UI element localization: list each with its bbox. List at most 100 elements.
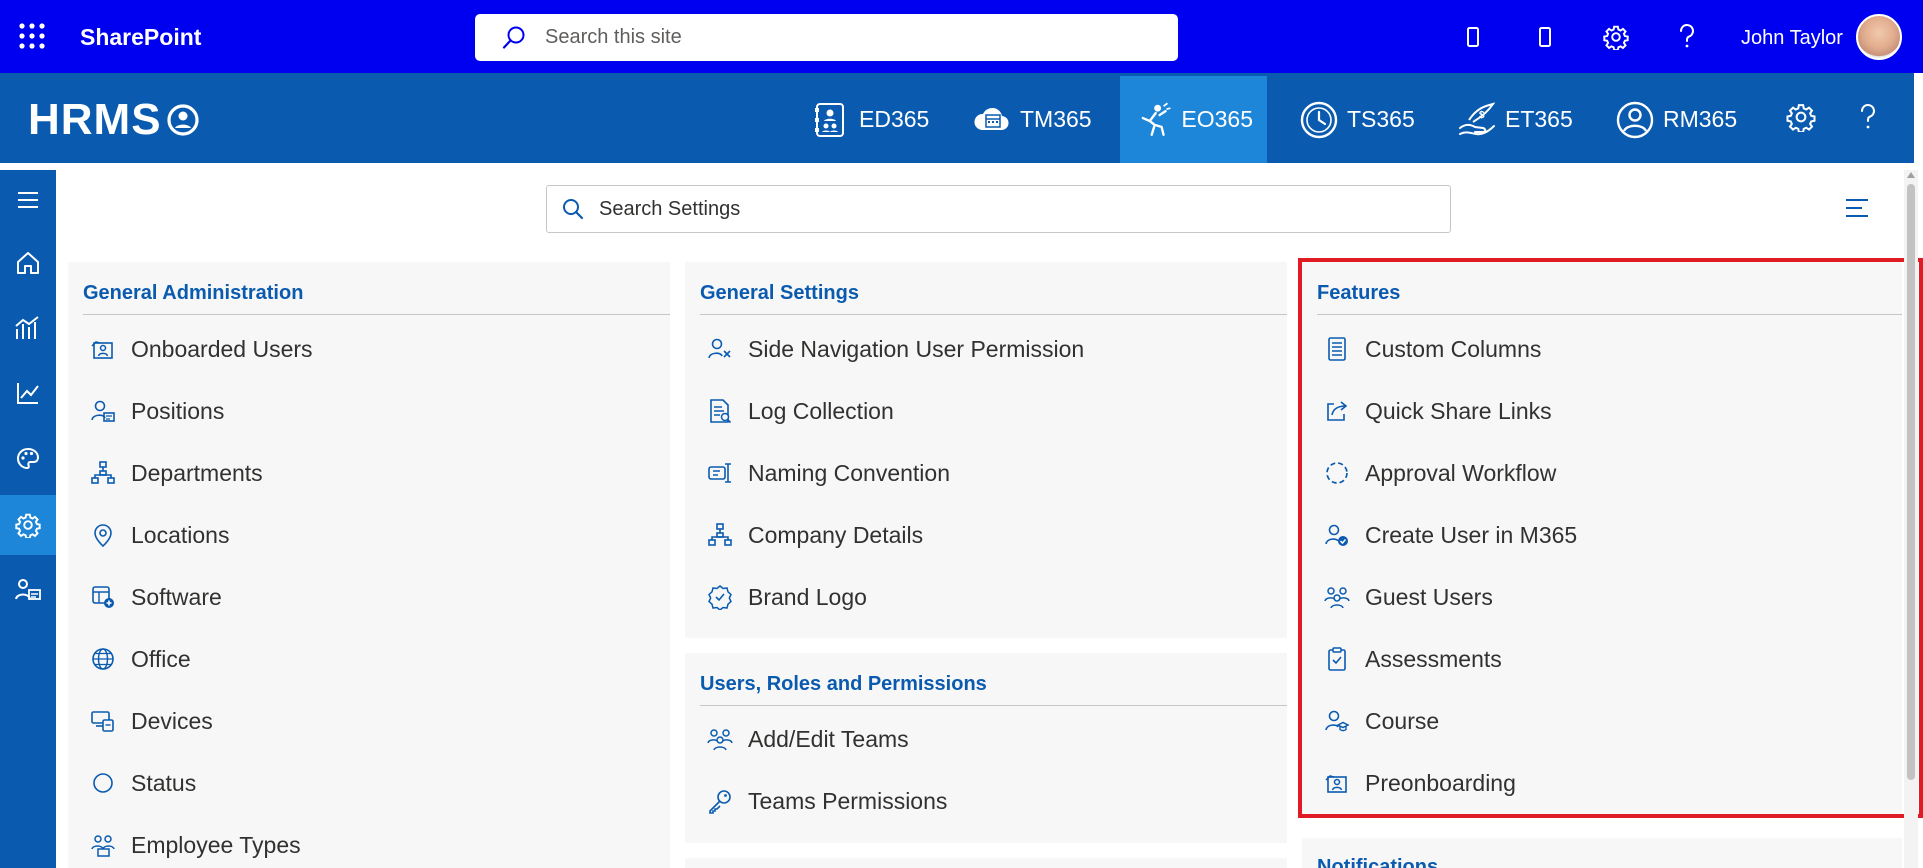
location-pin-icon bbox=[94, 524, 112, 548]
gear-icon bbox=[15, 513, 41, 538]
rail-analytics-button[interactable] bbox=[0, 298, 56, 358]
key-icon bbox=[709, 790, 731, 814]
general-settings-panel: General Settings Side Navigation User Pe… bbox=[685, 262, 1287, 638]
svg-text:$: $ bbox=[1479, 110, 1485, 121]
site-search-box[interactable]: Search this site bbox=[475, 14, 1178, 61]
item-label: Office bbox=[131, 645, 191, 672]
tab-eo365[interactable]: EO365 bbox=[1120, 76, 1267, 163]
settings-item-status[interactable]: Status bbox=[90, 761, 196, 805]
settings-item-log-collection[interactable]: Log Collection bbox=[707, 389, 894, 433]
settings-search-placeholder: Search Settings bbox=[599, 197, 741, 220]
settings-search-box[interactable]: Search Settings bbox=[546, 185, 1451, 233]
settings-item-company-details[interactable]: Company Details bbox=[707, 513, 923, 557]
avatar[interactable] bbox=[1856, 14, 1902, 60]
settings-item-brand-logo[interactable]: Brand Logo bbox=[707, 575, 867, 619]
tab-rm365[interactable]: RM365 bbox=[1601, 76, 1751, 163]
settings-item-create-user-m365[interactable]: Create User in M365 bbox=[1324, 513, 1577, 557]
settings-item-preonboarding[interactable]: Preonboarding bbox=[1324, 761, 1516, 805]
tab-ed365[interactable]: ED365 bbox=[797, 76, 943, 163]
app-settings-gear-icon[interactable] bbox=[1784, 100, 1818, 134]
settings-item-locations[interactable]: Locations bbox=[90, 513, 229, 557]
status-circle-icon bbox=[93, 773, 113, 793]
app-help-icon[interactable] bbox=[1851, 100, 1885, 134]
settings-item-quick-share-links[interactable]: Quick Share Links bbox=[1324, 389, 1552, 433]
settings-item-side-navigation-permission[interactable]: Side Navigation User Permission bbox=[707, 327, 1084, 371]
rail-menu-button[interactable] bbox=[0, 170, 56, 230]
tab-tm365[interactable]: TM365 bbox=[958, 76, 1106, 163]
divider bbox=[700, 314, 1287, 315]
settings-item-employee-types[interactable]: Employee Types bbox=[90, 823, 301, 867]
settings-item-software[interactable]: Software bbox=[90, 575, 222, 619]
hamburger-icon bbox=[18, 192, 38, 208]
item-label: Teams Permissions bbox=[748, 787, 948, 814]
search-icon bbox=[563, 199, 584, 220]
panel-title: Users, Roles and Permissions bbox=[700, 673, 987, 695]
employee-types-icon bbox=[91, 835, 115, 857]
help-icon[interactable] bbox=[1670, 20, 1704, 54]
log-icon bbox=[710, 399, 732, 424]
item-label: Locations bbox=[131, 521, 230, 548]
item-label: Assessments bbox=[1365, 645, 1502, 672]
phone-icon[interactable] bbox=[1456, 20, 1490, 54]
tab-et365[interactable]: $ ET365 bbox=[1443, 76, 1587, 163]
settings-item-departments[interactable]: Departments bbox=[90, 451, 263, 495]
settings-item-positions[interactable]: Positions bbox=[90, 389, 224, 433]
settings-item-assessments[interactable]: Assessments bbox=[1324, 637, 1502, 681]
features-panel: Features Custom Columns Quick Share Link… bbox=[1302, 262, 1902, 814]
rail-people-button[interactable] bbox=[0, 560, 56, 620]
teams-icon bbox=[707, 729, 733, 751]
rail-trends-button[interactable] bbox=[0, 363, 56, 423]
item-label: Quick Share Links bbox=[1365, 397, 1552, 424]
app-launcher-icon[interactable] bbox=[18, 22, 46, 50]
sharepoint-title[interactable]: SharePoint bbox=[80, 24, 201, 51]
palette-icon bbox=[16, 447, 40, 470]
settings-item-office[interactable]: Office bbox=[90, 637, 191, 681]
item-label: Guest Users bbox=[1365, 583, 1493, 610]
item-label: Departments bbox=[131, 459, 263, 486]
user-name[interactable]: John Taylor bbox=[1741, 27, 1843, 50]
settings-item-custom-columns[interactable]: Custom Columns bbox=[1324, 327, 1541, 371]
badge-icon bbox=[708, 585, 732, 610]
expense-hand-icon: $ bbox=[1459, 101, 1496, 135]
mobile-icon[interactable] bbox=[1528, 20, 1562, 54]
rail-theme-button[interactable] bbox=[0, 429, 56, 489]
item-label: Onboarded Users bbox=[131, 335, 313, 362]
item-label: Status bbox=[131, 769, 197, 796]
settings-item-devices[interactable]: Devices bbox=[90, 699, 213, 743]
item-label: Company Details bbox=[748, 521, 924, 548]
course-icon bbox=[1325, 710, 1350, 732]
item-label: Log Collection bbox=[748, 397, 894, 424]
item-label: Add/Edit Teams bbox=[748, 725, 909, 752]
clipboard-icon bbox=[1328, 647, 1346, 671]
item-label: Naming Convention bbox=[748, 459, 951, 486]
naming-icon bbox=[708, 463, 731, 483]
settings-item-naming-convention[interactable]: Naming Convention bbox=[707, 451, 950, 495]
devices-icon bbox=[91, 711, 114, 732]
divider bbox=[83, 314, 670, 315]
app-bar: HRMS ED365 TM365 EO365 TS365 $ ET365 RM3… bbox=[0, 73, 1914, 163]
settings-item-onboarded-users[interactable]: Onboarded Users bbox=[90, 327, 313, 371]
item-label: Positions bbox=[131, 397, 225, 424]
tab-ts365[interactable]: TS365 bbox=[1285, 76, 1429, 163]
tab-eo365-label: EO365 bbox=[1181, 106, 1253, 132]
settings-item-approval-workflow[interactable]: Approval Workflow bbox=[1324, 451, 1556, 495]
home-icon bbox=[17, 252, 39, 274]
content-scrollbar[interactable] bbox=[1904, 170, 1918, 868]
rail-home-button[interactable] bbox=[0, 233, 56, 293]
position-icon bbox=[91, 400, 115, 422]
panel-title: Notifications bbox=[1317, 856, 1439, 868]
settings-item-add-edit-teams[interactable]: Add/Edit Teams bbox=[707, 717, 909, 761]
item-label: Devices bbox=[131, 707, 213, 734]
settings-gear-icon[interactable] bbox=[1599, 20, 1633, 54]
settings-item-teams-permissions[interactable]: Teams Permissions bbox=[707, 779, 947, 823]
hrms-logo[interactable]: HRMS bbox=[28, 95, 200, 145]
scroll-up-arrow-icon[interactable] bbox=[1907, 172, 1915, 178]
rail-settings-button[interactable] bbox=[0, 495, 56, 555]
item-label: Employee Types bbox=[131, 831, 301, 858]
calendar-cloud-icon bbox=[974, 107, 1009, 130]
settings-item-guest-users[interactable]: Guest Users bbox=[1324, 575, 1493, 619]
suite-bar: SharePoint Search this site John Taylor bbox=[0, 0, 1923, 73]
settings-item-course[interactable]: Course bbox=[1324, 699, 1439, 743]
view-options-icon[interactable] bbox=[1844, 196, 1870, 222]
scroll-thumb[interactable] bbox=[1907, 184, 1915, 780]
